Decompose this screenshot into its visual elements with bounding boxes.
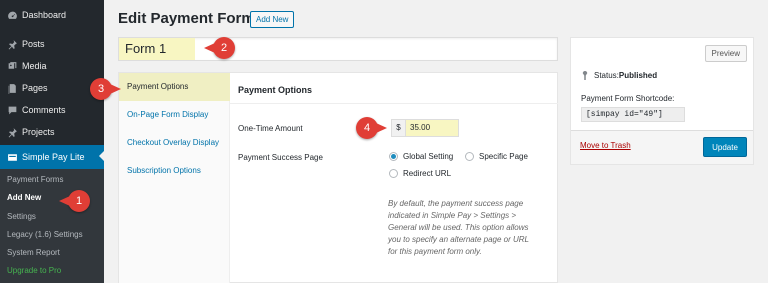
callout-pointer	[376, 123, 387, 133]
radio-label: Global Setting	[403, 152, 454, 161]
comments-icon	[2, 105, 22, 116]
pin-icon	[582, 71, 588, 80]
callout-2: 2	[204, 37, 235, 59]
tab-on-page-form-display[interactable]: On-Page Form Display	[119, 101, 230, 129]
callout-4: 4	[356, 117, 387, 139]
callout-number: 2	[220, 42, 228, 54]
radio-selected-indicator	[389, 152, 398, 161]
status-row: Status: Published	[581, 71, 657, 80]
success-page-help-text: By default, the payment success page ind…	[388, 199, 529, 256]
sidebar-item-comments[interactable]: Comments	[0, 99, 104, 121]
payment-success-page-label: Payment Success Page	[238, 153, 323, 162]
sidebar-item-dashboard[interactable]: Dashboard	[0, 4, 104, 26]
panel-title: Payment Options	[238, 85, 313, 95]
submenu-payment-forms[interactable]: Payment Forms	[7, 175, 63, 184]
simple-pay-icon	[2, 152, 22, 163]
sidebar-item-label: Posts	[22, 39, 45, 49]
add-new-button[interactable]: Add New	[250, 11, 295, 28]
radio-specific-page[interactable]: Specific Page	[465, 152, 528, 161]
sidebar-item-label: Pages	[22, 83, 48, 93]
callout-number: 3	[97, 83, 105, 95]
status-label: Status:	[594, 71, 619, 80]
amount-value: 35.00	[406, 120, 458, 136]
tab-payment-options[interactable]: Payment Options	[119, 73, 230, 101]
update-button[interactable]: Update	[703, 137, 747, 157]
sidebar-item-projects[interactable]: Projects	[0, 121, 104, 143]
page-title: Edit Payment Form	[118, 10, 255, 27]
payment-form-settings-box: Payment Options On-Page Form Display Che…	[118, 72, 558, 283]
callout-number: 4	[363, 122, 371, 134]
form-title-value: Form 1	[125, 41, 167, 56]
callout-1: 1	[59, 190, 90, 212]
callout-number: 1	[75, 195, 83, 207]
radio-redirect-url[interactable]: Redirect URL	[389, 169, 451, 178]
sidebar-item-simple-pay-lite[interactable]: Simple Pay Lite	[0, 145, 104, 169]
sidebar-item-posts[interactable]: Posts	[0, 33, 104, 55]
simple-pay-submenu: Payment Forms Add New Settings Legacy (1…	[0, 169, 104, 283]
submenu-settings[interactable]: Settings	[7, 212, 36, 221]
pages-icon	[2, 83, 22, 94]
form-title-input[interactable]: Form 1	[118, 37, 558, 61]
tab-checkout-overlay-display[interactable]: Checkout Overlay Display	[119, 129, 230, 157]
shortcode-label: Payment Form Shortcode:	[581, 94, 675, 103]
submenu-upgrade-to-pro[interactable]: Upgrade to Pro	[7, 266, 61, 275]
move-to-trash-link[interactable]: Move to Trash	[580, 141, 631, 150]
sidebar-item-label: Projects	[22, 127, 55, 137]
submenu-system-report[interactable]: System Report	[7, 248, 60, 257]
media-icon	[2, 61, 22, 72]
publish-actions: Move to Trash Update	[571, 130, 753, 164]
radio-indicator	[465, 152, 474, 161]
settings-tabs: Payment Options On-Page Form Display Che…	[119, 73, 230, 283]
radio-label: Specific Page	[479, 152, 528, 161]
admin-sidebar: Dashboard Posts Media Pages Comments Pro…	[0, 0, 104, 283]
submenu-add-new[interactable]: Add New	[7, 193, 41, 202]
callout-3: 3	[90, 78, 121, 100]
pushpin-icon	[2, 127, 22, 138]
preview-button[interactable]: Preview	[704, 45, 747, 62]
one-time-amount-input[interactable]: $ 35.00	[391, 119, 459, 137]
radio-indicator	[389, 169, 398, 178]
tab-subscription-options[interactable]: Subscription Options	[119, 157, 230, 185]
callout-pointer	[110, 84, 121, 94]
sidebar-item-label: Simple Pay Lite	[22, 152, 85, 162]
divider	[230, 103, 558, 104]
radio-label: Redirect URL	[403, 169, 452, 178]
radio-global-setting[interactable]: Global Setting	[389, 152, 453, 161]
sidebar-item-label: Comments	[22, 105, 66, 115]
currency-symbol: $	[392, 120, 406, 136]
sidebar-item-label: Dashboard	[22, 10, 67, 20]
publish-box: Preview Status: Published Payment Form S…	[570, 37, 754, 165]
sidebar-item-media[interactable]: Media	[0, 55, 104, 77]
sidebar-item-pages[interactable]: Pages	[0, 77, 104, 99]
callout-pointer	[59, 196, 70, 206]
pushpin-icon	[2, 39, 22, 50]
sidebar-item-label: Media	[22, 61, 47, 71]
submenu-legacy-settings[interactable]: Legacy (1.6) Settings	[7, 230, 83, 239]
callout-pointer	[204, 43, 215, 53]
dashboard-icon	[2, 10, 22, 21]
shortcode-field[interactable]: [simpay id="49"]	[581, 107, 685, 122]
one-time-amount-label: One-Time Amount	[238, 124, 303, 133]
status-value: Published	[618, 71, 658, 80]
